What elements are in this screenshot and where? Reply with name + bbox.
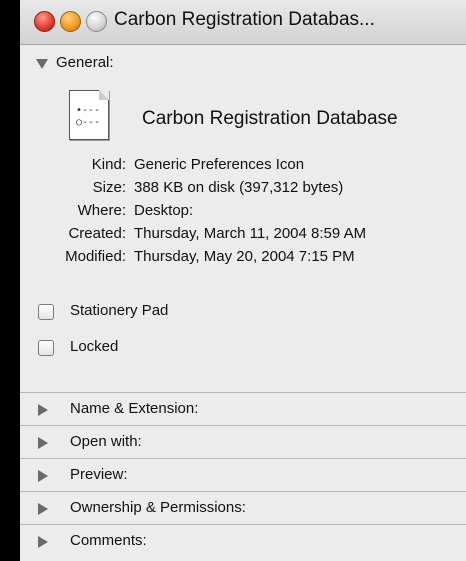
icon-line: ○--- (76, 117, 101, 128)
general-label: General: (56, 54, 114, 71)
title-bar[interactable]: Carbon Registration Databas... (20, 0, 466, 45)
general-section: General: •--- ○--- Carbon Registration D… (20, 48, 466, 388)
info-value: 388 KB on disk (397,312 bytes) (134, 179, 344, 196)
info-key: Where: (77, 202, 126, 219)
section-label: Preview: (70, 466, 128, 483)
locked-checkbox[interactable] (38, 340, 54, 356)
info-row-size: Size: 388 KB on disk (397,312 bytes) (20, 179, 466, 201)
info-value: Thursday, May 20, 2004 7:15 PM (134, 248, 355, 265)
checkbox-label: Stationery Pad (70, 302, 169, 319)
info-key: Size: (92, 179, 126, 196)
general-disclosure[interactable]: General: (20, 48, 466, 80)
info-value: Thursday, March 11, 2004 8:59 AM (134, 225, 367, 242)
minimize-button[interactable] (60, 11, 81, 32)
icon-line: •--- (76, 105, 101, 116)
info-key: Modified: (65, 248, 126, 265)
close-button[interactable] (34, 11, 55, 32)
section-label: Open with: (70, 433, 142, 450)
section-label: Ownership & Permissions: (70, 499, 246, 516)
info-key: Kind: (91, 156, 126, 173)
info-value: Desktop: (134, 202, 194, 219)
section-preview[interactable]: Preview: (20, 458, 466, 491)
section-open-with[interactable]: Open with: (20, 425, 466, 458)
window-title: Carbon Registration Databas... (114, 9, 375, 30)
section-name-extension[interactable]: Name & Extension: (20, 392, 466, 425)
section-label: Name & Extension: (70, 400, 199, 417)
disclosure-triangle-icon[interactable] (38, 536, 48, 548)
info-row-where: Where: Desktop: (20, 202, 466, 224)
disclosure-triangle-icon[interactable] (38, 404, 48, 416)
info-row-kind: Kind: Generic Preferences Icon (20, 156, 466, 178)
info-row-modified: Modified: Thursday, May 20, 2004 7:15 PM (20, 248, 466, 270)
get-info-window: Carbon Registration Databas... General: … (20, 0, 466, 561)
disclosure-triangle-open-icon[interactable] (36, 59, 48, 69)
disclosure-triangle-icon[interactable] (38, 503, 48, 515)
checkbox-label: Locked (70, 338, 119, 355)
info-key: Created: (68, 225, 126, 242)
stationery-pad-checkbox[interactable] (38, 304, 54, 320)
section-label: Comments: (70, 532, 147, 549)
disclosure-triangle-icon[interactable] (38, 470, 48, 482)
info-row-created: Created: Thursday, March 11, 2004 8:59 A… (20, 225, 466, 247)
zoom-button[interactable] (86, 11, 107, 32)
section-comments[interactable]: Comments: (20, 524, 466, 557)
generic-preferences-file-icon: •--- ○--- (69, 90, 109, 140)
disclosure-triangle-icon[interactable] (38, 437, 48, 449)
file-name: Carbon Registration Database (142, 108, 398, 129)
info-value: Generic Preferences Icon (134, 156, 305, 173)
section-ownership-permissions[interactable]: Ownership & Permissions: (20, 491, 466, 524)
